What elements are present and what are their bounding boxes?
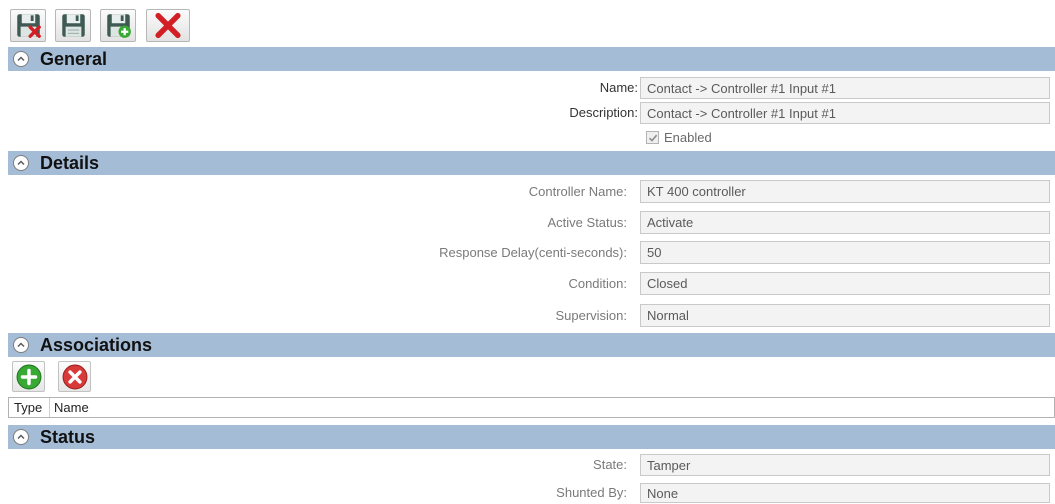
- general-section-header: General: [8, 47, 1055, 71]
- enabled-checkbox[interactable]: [646, 131, 659, 144]
- general-section-title: General: [40, 49, 108, 69]
- chevron-up-icon: [17, 56, 25, 61]
- details-section-header: Details: [8, 151, 1055, 175]
- associations-section-header: Associations: [8, 333, 1055, 357]
- remove-association-button[interactable]: [58, 361, 91, 392]
- condition-label: Condition:: [568, 276, 627, 291]
- response-delay-field[interactable]: [640, 241, 1050, 264]
- associations-section-title: Associations: [40, 335, 153, 355]
- save-new-icon: [106, 14, 131, 38]
- column-header-type[interactable]: Type: [9, 398, 50, 417]
- checkmark-icon: [648, 134, 657, 142]
- add-icon: [16, 364, 41, 389]
- save-and-new-button[interactable]: [100, 9, 136, 42]
- supervision-label: Supervision:: [555, 308, 627, 323]
- state-field[interactable]: [640, 454, 1050, 476]
- collapse-details-toggle[interactable]: [13, 155, 29, 171]
- state-label: State:: [593, 457, 627, 472]
- active-status-field[interactable]: [640, 211, 1050, 234]
- remove-icon: [62, 364, 87, 389]
- associations-grid-header: Type Name: [8, 397, 1055, 418]
- chevron-up-icon: [17, 342, 25, 347]
- description-field[interactable]: [640, 102, 1050, 124]
- close-button[interactable]: [146, 9, 190, 42]
- active-status-label: Active Status:: [547, 215, 627, 230]
- save-and-close-button[interactable]: [10, 9, 46, 42]
- shunted-by-field[interactable]: [640, 483, 1050, 503]
- chevron-up-icon: [17, 434, 25, 439]
- name-field[interactable]: [640, 77, 1050, 99]
- name-label: Name:: [599, 80, 638, 95]
- response-delay-label: Response Delay(centi-seconds):: [439, 245, 627, 260]
- controller-name-field[interactable]: [640, 180, 1050, 203]
- description-label: Description:: [569, 105, 638, 120]
- column-header-name[interactable]: Name: [50, 398, 350, 417]
- save-button[interactable]: [55, 9, 91, 42]
- details-section-title: Details: [40, 153, 100, 173]
- supervision-field[interactable]: [640, 304, 1050, 327]
- save-icon: [61, 14, 85, 37]
- chevron-up-icon: [17, 160, 25, 165]
- collapse-status-toggle[interactable]: [13, 429, 29, 445]
- collapse-associations-toggle[interactable]: [13, 337, 29, 353]
- close-icon: [155, 12, 181, 39]
- enabled-label: Enabled: [664, 130, 712, 145]
- add-association-button[interactable]: [12, 361, 45, 392]
- status-section-title: Status: [40, 427, 96, 447]
- collapse-general-toggle[interactable]: [13, 51, 29, 67]
- save-close-icon: [16, 14, 41, 38]
- condition-field[interactable]: [640, 272, 1050, 295]
- controller-name-label: Controller Name:: [528, 184, 627, 199]
- shunted-by-label: Shunted By:: [556, 485, 627, 500]
- status-section-header: Status: [8, 425, 1055, 449]
